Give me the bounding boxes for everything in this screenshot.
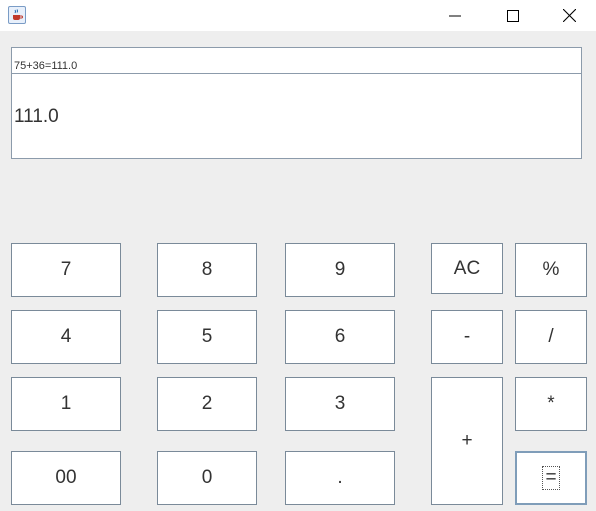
maximize-icon bbox=[507, 9, 519, 22]
plus-button[interactable]: + bbox=[431, 377, 503, 505]
title-bar bbox=[0, 0, 596, 31]
key-label: * bbox=[547, 393, 555, 414]
key-00[interactable]: 00 bbox=[11, 451, 121, 505]
key-9[interactable]: 9 bbox=[285, 243, 395, 297]
history-display: 75+36=111.0 bbox=[11, 47, 582, 74]
key-label: 00 bbox=[55, 467, 77, 488]
key-label: 1 bbox=[60, 393, 72, 414]
key-label: 6 bbox=[334, 326, 346, 347]
percent-button[interactable]: % bbox=[515, 243, 587, 297]
minimize-button[interactable] bbox=[426, 0, 484, 31]
java-coffee-icon bbox=[8, 6, 26, 24]
multiply-button[interactable]: * bbox=[515, 377, 587, 431]
key-6[interactable]: 6 bbox=[285, 310, 395, 364]
key-label: % bbox=[542, 259, 560, 280]
key-label: - bbox=[463, 326, 471, 347]
key-label: 8 bbox=[201, 259, 213, 280]
key-label: + bbox=[461, 430, 473, 451]
key-label: 0 bbox=[201, 467, 213, 488]
history-text: 75+36=111.0 bbox=[14, 60, 78, 72]
key-label: 3 bbox=[334, 393, 346, 414]
key-8[interactable]: 8 bbox=[157, 243, 257, 297]
equals-button[interactable]: = bbox=[515, 451, 587, 505]
key-5[interactable]: 5 bbox=[157, 310, 257, 364]
minus-button[interactable]: - bbox=[431, 310, 503, 364]
key-label: / bbox=[548, 326, 554, 347]
key-7[interactable]: 7 bbox=[11, 243, 121, 297]
key-4[interactable]: 4 bbox=[11, 310, 121, 364]
key-2[interactable]: 2 bbox=[157, 377, 257, 431]
result-display: 111.0 bbox=[11, 74, 582, 159]
key-1[interactable]: 1 bbox=[11, 377, 121, 431]
result-text: 111.0 bbox=[14, 106, 59, 127]
key-label: 5 bbox=[201, 326, 213, 347]
key-label: 4 bbox=[60, 326, 72, 347]
key-label: . bbox=[337, 467, 343, 488]
key-label: 7 bbox=[60, 259, 72, 280]
key-label: 9 bbox=[334, 259, 346, 280]
minimize-icon bbox=[449, 15, 461, 16]
close-button[interactable] bbox=[542, 0, 596, 31]
maximize-button[interactable] bbox=[484, 0, 542, 31]
divide-button[interactable]: / bbox=[515, 310, 587, 364]
key-0[interactable]: 0 bbox=[157, 451, 257, 505]
all-clear-button[interactable]: AC bbox=[431, 243, 503, 294]
key-label: 2 bbox=[201, 393, 213, 414]
key-label: AC bbox=[453, 257, 481, 279]
decimal-point-button[interactable]: . bbox=[285, 451, 395, 505]
close-icon bbox=[562, 9, 576, 22]
key-3[interactable]: 3 bbox=[285, 377, 395, 431]
key-label: = bbox=[542, 466, 560, 490]
